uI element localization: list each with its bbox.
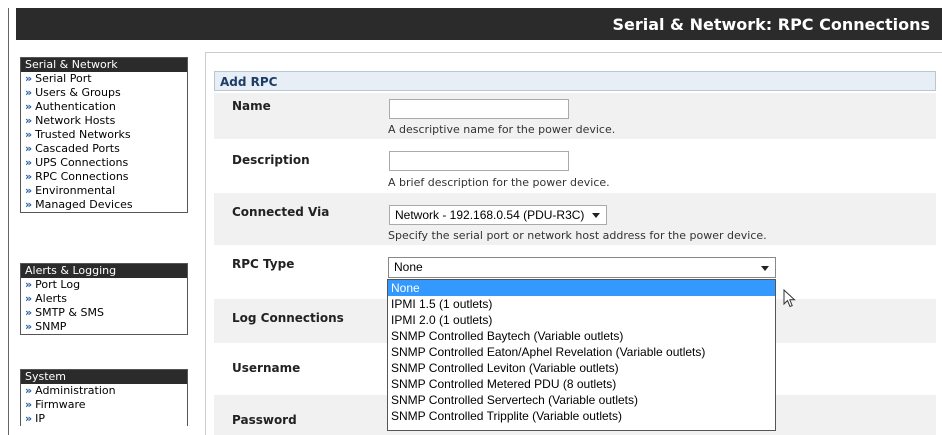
nav-item-port-log[interactable]: » Port Log xyxy=(21,278,187,292)
rpc-type-select[interactable]: None xyxy=(388,257,776,278)
nav-item-cascaded-ports[interactable]: » Cascaded Ports xyxy=(21,142,187,156)
nav-item-authentication[interactable]: » Authentication xyxy=(21,100,187,114)
chevron-down-icon xyxy=(592,213,601,218)
nav-arrow-icon: » xyxy=(25,292,33,305)
rpc-type-value: None xyxy=(394,260,423,274)
row-connected-via: Connected Via Network - 192.168.0.54 (PD… xyxy=(214,193,936,245)
nav-item-alerts[interactable]: » Alerts xyxy=(21,292,187,306)
nav-alerts-logging: Alerts & Logging » Port Log » Alerts » SMTP… xyxy=(20,263,188,335)
nav-item-serial-port[interactable]: » Serial Port xyxy=(21,72,187,86)
nav-arrow-icon: » xyxy=(25,278,33,291)
nav-item-ups-connections[interactable]: » UPS Connections xyxy=(21,156,187,170)
nav-item-snmp[interactable]: » SNMP xyxy=(21,320,187,334)
rpc-type-option-ipmi-1-5[interactable]: IPMI 1.5 (1 outlets) xyxy=(388,296,775,312)
connected-via-select[interactable]: Network - 192.168.0.54 (PDU-R3C) xyxy=(389,205,608,225)
rpc-type-option-none[interactable]: None xyxy=(388,280,775,296)
nav-item-users-groups[interactable]: » Users & Groups xyxy=(21,86,187,100)
page-title: Serial & Network: RPC Connections xyxy=(612,15,930,34)
rpc-type-option-servertech[interactable]: SNMP Controlled Servertech (Variable out… xyxy=(388,392,775,408)
rpc-type-option-baytech[interactable]: SNMP Controlled Baytech (Variable outlet… xyxy=(388,328,775,344)
nav-serial-network: Serial & Network » Serial Port » Users & G… xyxy=(20,57,188,213)
nav-arrow-icon: » xyxy=(25,170,33,183)
nav-section-title: System xyxy=(21,370,187,384)
nav-arrow-icon: » xyxy=(25,100,33,113)
connected-via-label: Connected Via xyxy=(232,205,330,219)
password-label: Password xyxy=(232,413,297,427)
nav-section-title: Alerts & Logging xyxy=(21,264,187,278)
username-label: Username xyxy=(232,361,301,375)
rpc-type-label: RPC Type xyxy=(232,257,295,271)
nav-arrow-icon: » xyxy=(25,86,33,99)
section-header: Add RPC xyxy=(214,71,936,91)
nav-arrow-icon: » xyxy=(25,156,33,169)
rpc-type-option-tripplite[interactable]: SNMP Controlled Tripplite (Variable outl… xyxy=(388,408,775,424)
nav-item-smtp-sms[interactable]: » SMTP & SMS xyxy=(21,306,187,320)
nav-arrow-icon: » xyxy=(25,72,33,85)
nav-arrow-icon: » xyxy=(25,114,33,127)
description-label: Description xyxy=(232,153,310,167)
nav-arrow-icon: » xyxy=(25,320,33,333)
rpc-type-option-eaton-aphel[interactable]: SNMP Controlled Eaton/Aphel Revelation (… xyxy=(388,344,775,360)
log-connections-label: Log Connections xyxy=(232,311,344,325)
connected-via-value: Network - 192.168.0.54 (PDU-R3C) xyxy=(395,208,585,222)
nav-arrow-icon: » xyxy=(25,128,33,141)
nav-arrow-icon: » xyxy=(25,412,33,425)
nav-item-rpc-connections[interactable]: » RPC Connections xyxy=(21,170,187,184)
nav-item-ip[interactable]: » IP xyxy=(21,412,187,426)
nav-arrow-icon: » xyxy=(25,142,33,155)
rpc-type-dropdown: None IPMI 1.5 (1 outlets) IPMI 2.0 (1 ou… xyxy=(387,279,776,431)
name-hint: A descriptive name for the power device. xyxy=(388,123,616,136)
row-name: Name A descriptive name for the power de… xyxy=(214,93,936,139)
nav-section-title: Serial & Network xyxy=(21,58,187,72)
section-title: Add RPC xyxy=(220,75,278,89)
nav-arrow-icon: » xyxy=(25,398,33,411)
nav-system: System » Administration » Firmware » IP xyxy=(20,369,188,426)
rpc-type-option-metered-pdu[interactable]: SNMP Controlled Metered PDU (8 outlets) xyxy=(388,376,775,392)
description-input[interactable] xyxy=(389,151,569,171)
nav-item-environmental[interactable]: » Environmental xyxy=(21,184,187,198)
page-header: Serial & Network: RPC Connections xyxy=(16,8,942,40)
nav-item-network-hosts[interactable]: » Network Hosts xyxy=(21,114,187,128)
row-description: Description A brief description for the … xyxy=(214,141,936,191)
nav-item-administration[interactable]: » Administration xyxy=(21,384,187,398)
nav-arrow-icon: » xyxy=(25,198,33,211)
mouse-pointer-icon xyxy=(783,289,796,308)
nav-item-trusted-networks[interactable]: » Trusted Networks xyxy=(21,128,187,142)
name-input[interactable] xyxy=(389,99,569,119)
nav-item-managed-devices[interactable]: » Managed Devices xyxy=(21,198,187,212)
page-border-line xyxy=(8,8,9,435)
rpc-type-option-ipmi-2-0[interactable]: IPMI 2.0 (1 outlets) xyxy=(388,312,775,328)
description-hint: A brief description for the power device… xyxy=(388,176,610,189)
nav-arrow-icon: » xyxy=(25,306,33,319)
name-label: Name xyxy=(232,99,271,113)
connected-via-hint: Specify the serial port or network host … xyxy=(388,229,767,242)
nav-arrow-icon: » xyxy=(25,384,33,397)
chevron-down-icon xyxy=(761,266,769,271)
rpc-type-option-leviton[interactable]: SNMP Controlled Leviton (Variable outlet… xyxy=(388,360,775,376)
nav-arrow-icon: » xyxy=(25,184,33,197)
nav-item-firmware[interactable]: » Firmware xyxy=(21,398,187,412)
